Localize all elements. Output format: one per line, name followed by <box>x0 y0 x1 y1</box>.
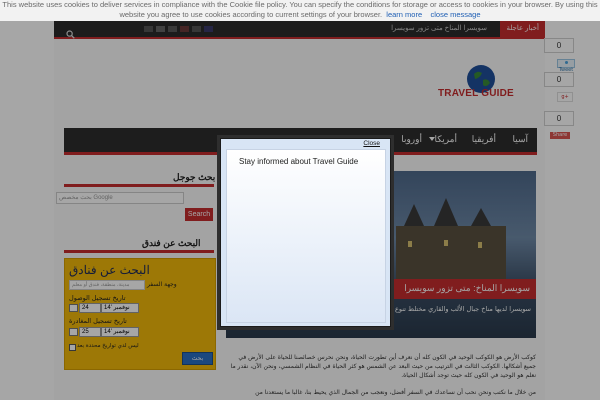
subscribe-modal: Close Stay informed about Travel Guide <box>220 138 391 327</box>
modal-close-link[interactable]: Close <box>363 140 380 147</box>
modal-title: Stay informed about Travel Guide <box>239 157 359 166</box>
cookie-bar: This website uses cookies to deliver ser… <box>0 0 600 21</box>
close-message-link[interactable]: close message <box>430 10 480 19</box>
modal-content: Stay informed about Travel Guide <box>226 149 386 323</box>
cookie-text: This website uses cookies to deliver ser… <box>2 0 598 19</box>
learn-more-link[interactable]: learn more <box>386 10 422 19</box>
